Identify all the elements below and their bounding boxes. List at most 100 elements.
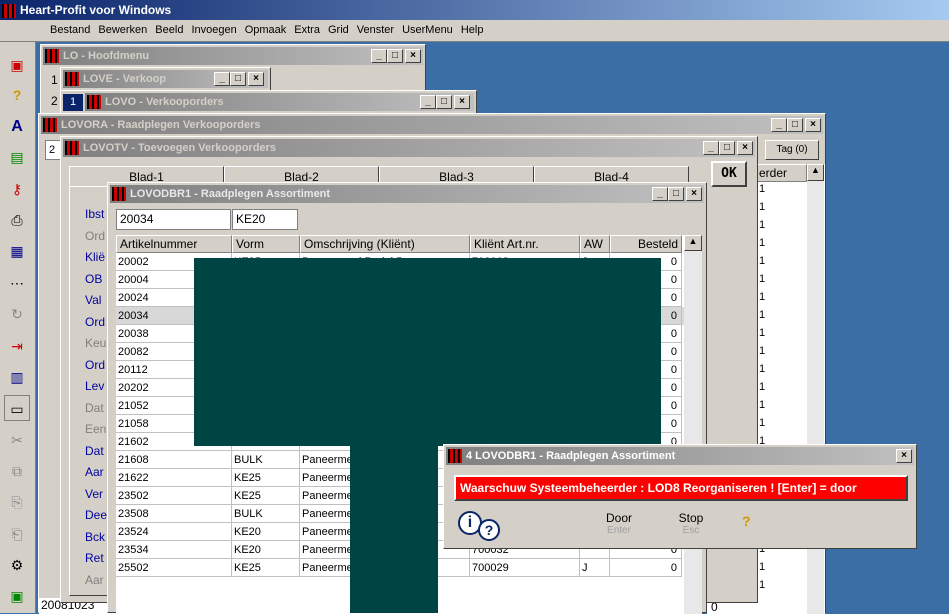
love-title: LOVE - Verkoop: [83, 73, 167, 85]
occluded-region: [194, 258, 661, 446]
print-icon[interactable]: ⎙: [4, 207, 30, 233]
close-button[interactable]: ×: [896, 449, 912, 463]
right-cell: 1: [759, 327, 766, 339]
column-header[interactable]: Artikelnummer: [116, 235, 232, 253]
stop-shortcut: Esc: [682, 525, 700, 536]
help-icon[interactable]: ?: [4, 82, 30, 108]
close-button[interactable]: ×: [686, 187, 702, 201]
stop-button[interactable]: Stop Esc: [666, 511, 716, 536]
maximize-button[interactable]: □: [387, 49, 403, 63]
cut-icon[interactable]: ✂: [4, 427, 30, 453]
minimize-button[interactable]: _: [420, 95, 436, 109]
column-header[interactable]: AW: [580, 235, 610, 253]
maximize-button[interactable]: □: [436, 95, 452, 109]
column-header[interactable]: Besteld: [610, 235, 682, 253]
menu-extra[interactable]: Extra: [290, 20, 324, 40]
scroll-up-icon[interactable]: ▲: [684, 235, 702, 251]
right-cell: 1: [759, 561, 766, 573]
menu-beeld[interactable]: Beeld: [151, 20, 187, 40]
field-label: Een: [85, 422, 107, 436]
settings-icon[interactable]: ⚙: [4, 552, 30, 578]
export-icon[interactable]: ⇥: [4, 333, 30, 359]
menu-invoegen[interactable]: Invoegen: [187, 20, 240, 40]
copy-icon[interactable]: ⧉: [4, 458, 30, 484]
monitor-icon[interactable]: ▣: [4, 583, 30, 609]
maximize-button[interactable]: □: [668, 187, 684, 201]
close-button[interactable]: ×: [248, 72, 264, 86]
warning-message: Waarschuw Systeembeheerder : LOD8 Reorga…: [454, 475, 908, 501]
minimize-button[interactable]: _: [652, 187, 668, 201]
table-cell: 25502: [116, 559, 232, 577]
field-label: Aar: [85, 572, 104, 587]
minimize-button[interactable]: _: [371, 49, 387, 63]
minimize-button[interactable]: _: [214, 72, 230, 86]
menu-help[interactable]: Help: [457, 20, 488, 40]
minimize-button[interactable]: _: [771, 118, 787, 132]
close-button[interactable]: ×: [454, 95, 470, 109]
menu-opmaak[interactable]: Opmaak: [241, 20, 291, 40]
occluded-region: [350, 446, 438, 613]
field-label: Keu: [85, 336, 107, 350]
app-logo-icon: [2, 3, 16, 18]
close-button[interactable]: ×: [805, 118, 821, 132]
right-cell: 1: [759, 309, 766, 321]
lo-row-1[interactable]: 1: [51, 73, 58, 87]
love-window: LOVE - Verkoop _ □ ×: [60, 67, 271, 91]
table-cell: BULK: [232, 451, 300, 469]
maximize-button[interactable]: □: [719, 141, 735, 155]
table-cell: KE25: [232, 487, 300, 505]
close-button[interactable]: ×: [737, 141, 753, 155]
dots-icon[interactable]: ⋯: [4, 270, 30, 296]
scroll-up-icon[interactable]: ▲: [807, 164, 824, 181]
lovodbr1-title: LOVODBR1 - Raadplegen Assortiment: [130, 188, 331, 200]
right-cell: 1: [759, 237, 766, 249]
right-cell: 1: [759, 345, 766, 357]
paste-special-icon[interactable]: ⎗: [4, 521, 30, 547]
minimize-button[interactable]: _: [703, 141, 719, 155]
warning-dialog: 4 LOVODBR1 - Raadplegen Assortiment × Wa…: [443, 444, 917, 549]
stop-label: Stop: [678, 511, 704, 525]
ok-button[interactable]: OK: [711, 161, 747, 187]
field-label: OB: [85, 271, 103, 286]
logo-icon: [65, 141, 79, 156]
font-icon[interactable]: A: [4, 114, 30, 140]
column-header[interactable]: Vorm: [232, 235, 300, 253]
chart-icon[interactable]: ▥: [4, 364, 30, 390]
maximize-button[interactable]: □: [230, 72, 246, 86]
help-icon[interactable]: ?: [742, 513, 751, 529]
table-cell: KE20: [232, 541, 300, 559]
love-title-bar: LOVE - Verkoop _ □ ×: [63, 70, 268, 88]
key-icon[interactable]: ⚷: [4, 176, 30, 202]
column-header[interactable]: Omschrijving (Kliënt): [300, 235, 470, 253]
menu-usermenu[interactable]: UserMenu: [398, 20, 457, 40]
lovotv-title-bar: LOVOTV - Toevoegen Verkooporders _ □ ×: [63, 139, 755, 157]
column-header[interactable]: Kliënt Art.nr.: [470, 235, 580, 253]
menu-bestand[interactable]: Bestand: [46, 20, 94, 40]
lo-row-2[interactable]: 2: [51, 94, 58, 108]
menu-bewerken[interactable]: Bewerken: [94, 20, 151, 40]
paste-icon[interactable]: ⎘: [4, 489, 30, 515]
app-title-bar: Heart-Profit voor Windows: [0, 0, 949, 20]
table-cell: 700029: [470, 559, 580, 577]
lovotv-title: LOVOTV - Toevoegen Verkooporders: [83, 142, 276, 154]
menu-grid[interactable]: Grid: [324, 20, 353, 40]
right-cell: 1: [759, 183, 766, 195]
refresh-icon[interactable]: ↻: [4, 301, 30, 327]
search-vorm-input[interactable]: KE20: [232, 209, 298, 230]
maximize-button[interactable]: □: [787, 118, 803, 132]
lovo-window: 1 LOVO - Verkooporders _ □ ×: [60, 90, 477, 114]
tag-button[interactable]: Tag (0): [765, 140, 819, 160]
door-button[interactable]: Door Enter: [594, 511, 644, 536]
field-label: Ord: [85, 357, 106, 372]
search-artikel-input[interactable]: 20034: [116, 209, 231, 230]
grid-scrollbar[interactable]: ▲: [684, 235, 702, 614]
column-header[interactable]: erder: [755, 164, 807, 182]
window-icon[interactable]: ▭: [4, 395, 30, 421]
app-title: Heart-Profit voor Windows: [20, 3, 172, 17]
form-icon[interactable]: ▦: [4, 238, 30, 264]
close-doc-icon[interactable]: ▣: [4, 52, 30, 78]
lo-title: LO - Hoofdmenu: [63, 50, 150, 62]
menu-venster[interactable]: Venster: [353, 20, 398, 40]
close-button[interactable]: ×: [405, 49, 421, 63]
grid-icon[interactable]: ▤: [4, 144, 30, 170]
